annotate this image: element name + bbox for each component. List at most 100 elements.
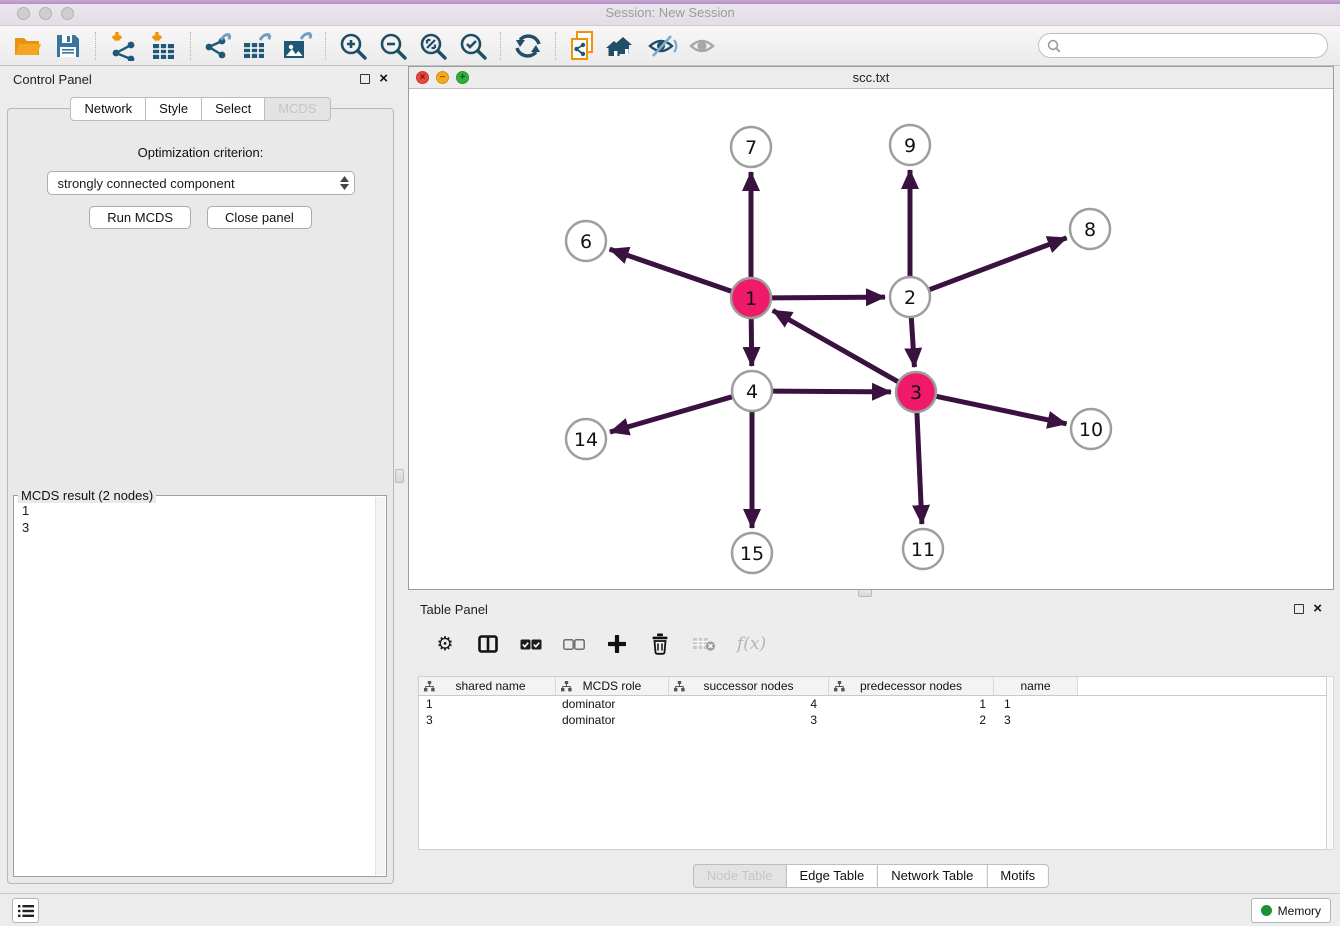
graph-edge-3-10[interactable] [936, 396, 1067, 424]
toolbar-separator [325, 32, 326, 60]
network-window-title: scc.txt [409, 70, 1333, 85]
control-panel: Control Panel × Network Style Select MCD… [0, 66, 401, 888]
search-input[interactable] [1061, 38, 1319, 53]
hierarchy-icon [561, 681, 572, 692]
first-neighbors-icon[interactable] [603, 29, 643, 63]
graph-edge-2-8[interactable] [929, 238, 1067, 290]
graph-edge-3-1[interactable] [773, 310, 899, 382]
open-session-icon[interactable] [8, 29, 48, 63]
close-panel-icon[interactable]: × [379, 74, 388, 84]
tab-select[interactable]: Select [201, 97, 265, 121]
import-table-icon[interactable] [143, 29, 183, 63]
toolbar-separator [555, 32, 556, 60]
column-header-mcds-role[interactable]: MCDS role [556, 677, 669, 695]
graph-edge-4-3[interactable] [772, 391, 891, 392]
close-panel-button[interactable]: Close panel [207, 206, 312, 229]
table-settings-gear-icon[interactable]: ⚙ [434, 631, 456, 657]
tab-node-table[interactable]: Node Table [693, 864, 787, 888]
show-all-icon[interactable] [683, 29, 723, 63]
save-session-icon[interactable] [48, 29, 88, 63]
graph-node-label-14: 14 [574, 429, 598, 451]
toolbar-separator [95, 32, 96, 60]
graph-edge-1-4[interactable] [751, 318, 752, 366]
run-mcds-button[interactable]: Run MCDS [89, 206, 191, 229]
tab-mcds[interactable]: MCDS [264, 97, 330, 121]
control-panel-tabs: Network Style Select MCDS [0, 97, 401, 121]
zoom-selected-icon[interactable] [453, 29, 493, 63]
clone-network-icon[interactable] [563, 29, 603, 63]
toolbar-separator [500, 32, 501, 60]
graph-edge-1-6[interactable] [610, 249, 732, 291]
memory-label: Memory [1278, 904, 1321, 918]
memory-button[interactable]: Memory [1251, 898, 1331, 923]
memory-status-icon [1261, 905, 1272, 916]
main-toolbar [0, 26, 1340, 66]
function-builder-icon[interactable]: f(x) [737, 631, 766, 657]
tab-style[interactable]: Style [145, 97, 202, 121]
network-view-window: scc.txt × − + 7968124314101511 [408, 66, 1334, 590]
tab-edge-table[interactable]: Edge Table [785, 864, 878, 888]
zoom-in-icon[interactable] [333, 29, 373, 63]
optimization-criterion-label: Optimization criterion: [8, 145, 393, 160]
network-close-icon[interactable]: × [416, 71, 429, 84]
criterion-dropdown-value: strongly connected component [58, 176, 235, 191]
zoom-fit-icon[interactable] [413, 29, 453, 63]
export-image-icon[interactable] [278, 29, 318, 63]
network-minimize-icon[interactable]: − [436, 71, 449, 84]
import-network-icon[interactable] [103, 29, 143, 63]
graph-edge-3-11[interactable] [917, 412, 922, 524]
float-table-panel-icon[interactable] [1294, 604, 1304, 614]
tab-network[interactable]: Network [70, 97, 146, 121]
tab-network-table[interactable]: Network Table [877, 864, 987, 888]
app-titlebar: Session: New Session [0, 0, 1340, 26]
network-graph-canvas[interactable]: 7968124314101511 [409, 89, 1333, 589]
deselect-all-rows-icon[interactable] [563, 631, 585, 657]
result-scrollbar[interactable] [375, 497, 385, 875]
mcds-result-box: MCDS result (2 nodes) 13 [13, 495, 387, 877]
task-history-button[interactable] [12, 898, 39, 923]
export-table-icon[interactable] [238, 29, 278, 63]
delete-column-trash-icon[interactable] [649, 631, 671, 657]
zoom-out-icon[interactable] [373, 29, 413, 63]
hide-selected-icon[interactable] [643, 29, 683, 63]
table-row[interactable]: 3 dominator 3 2 3 [419, 712, 1326, 728]
show-columns-icon[interactable] [477, 631, 499, 657]
list-icon [18, 904, 34, 918]
network-maximize-icon[interactable]: + [456, 71, 469, 84]
tab-motifs[interactable]: Motifs [986, 864, 1049, 888]
graph-edge-2-3[interactable] [911, 317, 914, 367]
add-column-plus-icon[interactable] [606, 631, 628, 657]
column-header-successor-nodes[interactable]: successor nodes [669, 677, 829, 695]
float-panel-icon[interactable] [360, 74, 370, 84]
criterion-dropdown[interactable]: strongly connected component [47, 171, 355, 195]
select-all-rows-icon[interactable] [520, 631, 542, 657]
hierarchy-icon [424, 681, 435, 692]
table-panel: Table Panel × ⚙ f(x) share [408, 596, 1334, 888]
graph-edge-4-14[interactable] [610, 397, 733, 433]
table-toolbar: ⚙ f(x) [416, 624, 1326, 664]
export-network-icon[interactable] [198, 29, 238, 63]
graph-edge-1-2[interactable] [771, 297, 885, 298]
graph-node-label-2: 2 [904, 287, 916, 309]
graph-node-label-15: 15 [740, 543, 764, 565]
table-row[interactable]: 1 dominator 4 1 1 [419, 696, 1326, 712]
column-header-predecessor-nodes[interactable]: predecessor nodes [829, 677, 994, 695]
toolbar-separator [190, 32, 191, 60]
graph-node-label-6: 6 [580, 231, 592, 253]
titlebar-accent [0, 0, 1340, 4]
hierarchy-icon [834, 681, 845, 692]
table-scrollbar[interactable] [1327, 676, 1334, 850]
column-header-shared-name[interactable]: shared name [419, 677, 556, 695]
graph-node-label-11: 11 [911, 539, 935, 561]
vertical-splitter-grip[interactable] [395, 469, 404, 483]
close-table-panel-icon[interactable]: × [1313, 604, 1322, 614]
app-title: Session: New Session [0, 5, 1340, 20]
network-window-titlebar[interactable]: scc.txt × − + [409, 67, 1333, 89]
graph-node-label-9: 9 [904, 135, 916, 157]
node-table-header: shared name MCDS role successor nodes pr… [419, 677, 1326, 696]
control-panel-title: Control Panel [13, 72, 92, 87]
refresh-layout-icon[interactable] [508, 29, 548, 63]
search-box[interactable] [1038, 33, 1328, 58]
delete-table-icon[interactable] [692, 631, 716, 657]
column-header-name[interactable]: name [994, 677, 1078, 695]
